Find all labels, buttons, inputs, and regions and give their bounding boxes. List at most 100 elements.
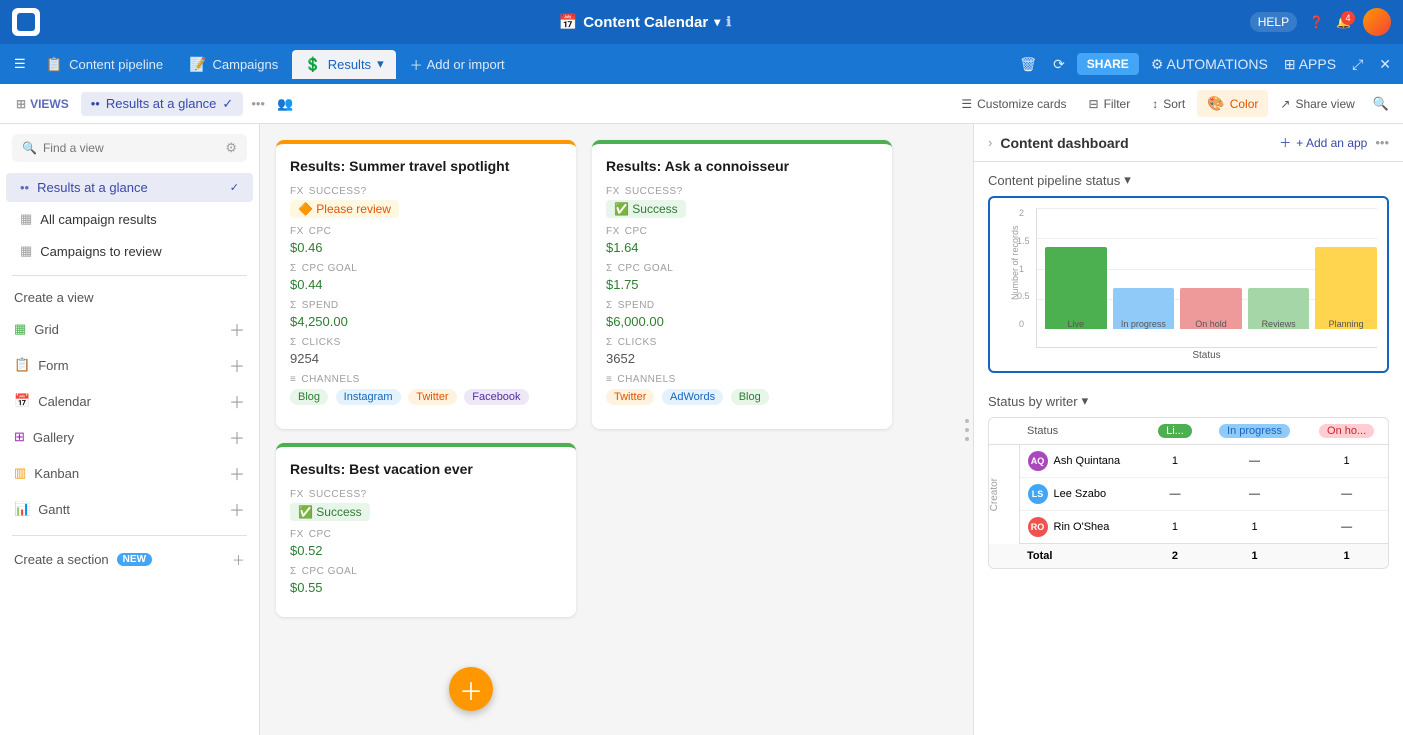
table-row-ash: Creator AQ Ash Quintana 1 — xyxy=(989,445,1388,478)
filter-button[interactable]: ⊟ Filter xyxy=(1079,92,1141,116)
tab-results[interactable]: 💲 Results ▾ xyxy=(292,50,395,79)
history-icon[interactable]: ⟳ xyxy=(1049,52,1069,77)
kanban-icon: ▥ xyxy=(14,465,26,481)
create-gallery-view[interactable]: ⊞ Gallery ＋ xyxy=(0,419,259,455)
name-rin: Rin O'Shea xyxy=(1054,521,1110,533)
question-icon[interactable]: ❓ xyxy=(1309,15,1324,29)
add-kanban-icon[interactable]: ＋ xyxy=(229,461,245,485)
tab-add-import[interactable]: ＋ Add or import xyxy=(398,49,517,80)
sidebar-item-results-glance[interactable]: •• Results at a glance ✓ xyxy=(6,173,253,202)
apps-button[interactable]: ⊞ APPS xyxy=(1280,52,1340,77)
ash-onhold: 1 xyxy=(1305,445,1388,478)
create-form-view[interactable]: 📋 Form ＋ xyxy=(0,347,259,383)
clicks-value: 9254 xyxy=(290,351,562,366)
sum-icon2: Σ xyxy=(606,300,613,311)
add-grid-icon[interactable]: ＋ xyxy=(229,317,245,341)
active-view[interactable]: •• Results at a glance ✓ xyxy=(81,92,244,116)
chevron-right-icon[interactable]: › xyxy=(988,135,992,150)
create-section-header[interactable]: Create a section NEW ＋ xyxy=(0,544,259,575)
header-row: Status Li... In progress On ho... xyxy=(989,418,1388,445)
dots-icon: •• xyxy=(91,96,100,111)
views-button[interactable]: ⊞ VIEWS xyxy=(8,93,77,115)
notifications-button[interactable]: 🔔 4 xyxy=(1336,15,1351,29)
hamburger-menu[interactable]: ☰ xyxy=(8,50,32,78)
add-fab-button[interactable]: ＋ xyxy=(449,667,493,711)
more-options-icon[interactable]: ••• xyxy=(1375,135,1389,150)
plus-icon: ＋ xyxy=(1279,134,1291,151)
writer-table-container: Status Li... In progress On ho... xyxy=(988,417,1389,569)
customize-cards-button[interactable]: ☰ Customize cards xyxy=(951,92,1076,116)
sort-button[interactable]: ↕ Sort xyxy=(1142,92,1195,116)
create-grid-view[interactable]: ▦ Grid ＋ xyxy=(0,311,259,347)
people-icon[interactable]: 👥 xyxy=(273,92,297,116)
scroll-indicator xyxy=(965,419,973,441)
status-by-writer-title-row[interactable]: Status by writer ▾ xyxy=(988,393,1389,409)
create-section-label: Create a section xyxy=(14,552,109,567)
color-icon: 🎨 xyxy=(1207,95,1224,112)
add-app-label: + Add an app xyxy=(1296,136,1367,150)
bar-live xyxy=(1045,247,1107,329)
tab-bar-actions: 🗑 ⟳ SHARE ⚙ AUTOMATIONS ⊞ APPS ⤢ ✕ xyxy=(1015,52,1395,77)
sum-icon: Σ xyxy=(290,263,297,274)
rin-inprogress: 1 xyxy=(1204,511,1305,544)
find-view-input[interactable] xyxy=(43,141,219,155)
create-gantt-view[interactable]: 📊 Gantt ＋ xyxy=(0,491,259,527)
chart-inner: Number of records 2 1.5 1 0.5 0 xyxy=(1000,208,1377,361)
live-header-pill: Li... xyxy=(1158,424,1192,438)
add-gallery-icon[interactable]: ＋ xyxy=(229,425,245,449)
pipeline-status-title-row[interactable]: Content pipeline status ▾ xyxy=(988,172,1389,188)
tab-campaigns[interactable]: 📝 Campaigns xyxy=(177,50,290,79)
total-label: Total xyxy=(1019,544,1146,569)
form-icon: 📋 xyxy=(14,357,30,373)
automations-button[interactable]: ⚙ AUTOMATIONS xyxy=(1147,52,1272,77)
th-onhold: On ho... xyxy=(1305,418,1388,445)
sidebar-divider2 xyxy=(12,535,247,536)
chevron-down-icon: ▾ xyxy=(1124,172,1131,188)
formula-icon2: fx xyxy=(290,529,304,540)
success-field: fx SUCCESS? ✅ Success xyxy=(606,186,878,218)
bar-group-onhold: On hold xyxy=(1180,288,1242,329)
help-button[interactable]: HELP xyxy=(1250,12,1297,32)
settings-icon[interactable]: ⚙ xyxy=(225,140,237,156)
sidebar-item-campaigns-review[interactable]: ▦ Campaigns to review xyxy=(6,236,253,266)
user-avatar[interactable] xyxy=(1363,8,1391,36)
cpc-field: fx CPC $0.52 xyxy=(290,529,562,558)
app-logo[interactable] xyxy=(12,8,40,36)
cpc-goal-value: $0.44 xyxy=(290,277,562,292)
cpc-goal-field: Σ CPC GOAL $0.55 xyxy=(290,566,562,595)
add-gantt-icon[interactable]: ＋ xyxy=(229,497,245,521)
search-button[interactable]: 🔍 xyxy=(1367,90,1395,118)
list-icon: ≡ xyxy=(290,374,296,385)
spend-field: Σ SPEND $6,000.00 xyxy=(606,300,878,329)
add-app-button[interactable]: ＋ + Add an app xyxy=(1279,134,1367,151)
grid-icon: ⊞ xyxy=(16,97,26,111)
search-icon: 🔍 xyxy=(22,141,37,155)
add-calendar-icon[interactable]: ＋ xyxy=(229,389,245,413)
scroll-dot xyxy=(965,437,969,441)
create-kanban-view[interactable]: ▥ Kanban ＋ xyxy=(0,455,259,491)
trash-icon[interactable]: 🗑 xyxy=(1015,52,1041,77)
info-icon[interactable]: ℹ xyxy=(726,14,731,30)
close-icon[interactable]: ✕ xyxy=(1375,52,1395,77)
spend-value: $6,000.00 xyxy=(606,314,878,329)
add-section-icon[interactable]: ＋ xyxy=(232,550,245,569)
tab-pipeline[interactable]: 📋 Content pipeline xyxy=(34,50,175,79)
table-header: Status Li... In progress On ho... xyxy=(989,418,1388,445)
table-body: Creator AQ Ash Quintana 1 — xyxy=(989,445,1388,569)
status-by-writer-title: Status by writer xyxy=(988,394,1078,409)
channels-field: ≡ CHANNELS Blog Instagram Twitter Facebo… xyxy=(290,374,562,407)
share-view-button[interactable]: ↗ Share view xyxy=(1270,92,1364,116)
table-row-rin: RO Rin O'Shea 1 1 — xyxy=(989,511,1388,544)
expand-icon[interactable]: ⤢ xyxy=(1348,52,1367,77)
share-button[interactable]: SHARE xyxy=(1077,53,1139,75)
chevron-down-icon2: ▾ xyxy=(1082,393,1089,409)
title-chevron[interactable]: ▾ xyxy=(714,15,720,29)
gallery-icon: ⊞ xyxy=(14,429,25,445)
create-calendar-view[interactable]: 📅 Calendar ＋ xyxy=(0,383,259,419)
add-form-icon[interactable]: ＋ xyxy=(229,353,245,377)
cpc-field: fx CPC $1.64 xyxy=(606,226,878,255)
view-options-button[interactable]: ••• xyxy=(247,92,269,115)
sum-icon3: Σ xyxy=(290,337,297,348)
sidebar-item-all-results[interactable]: ▦ All campaign results xyxy=(6,204,253,234)
color-button[interactable]: 🎨 Color xyxy=(1197,90,1268,117)
